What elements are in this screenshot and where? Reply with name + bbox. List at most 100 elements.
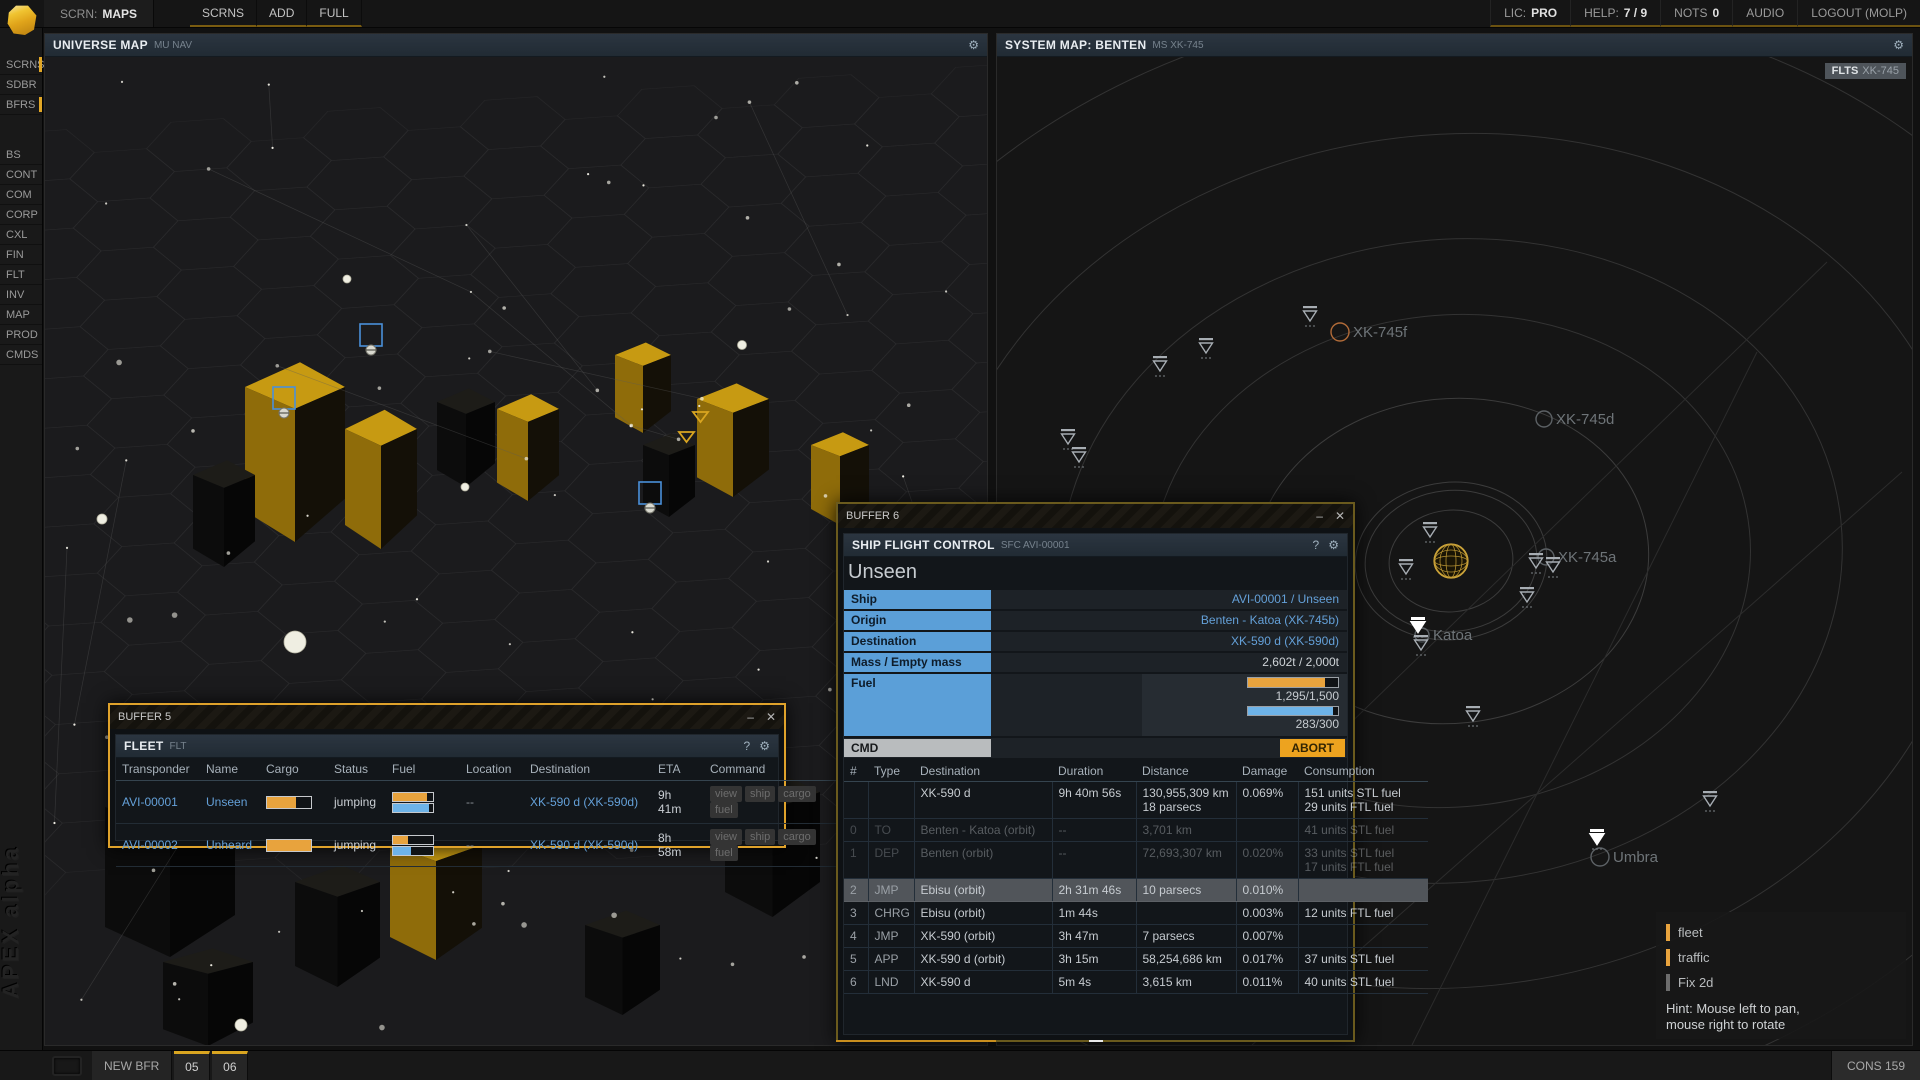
sidebar-item-flt[interactable]: FLT — [0, 265, 42, 285]
planet-xk-745f[interactable]: XK-745f — [1331, 323, 1408, 341]
topbar-item-audio[interactable]: AUDIO — [1732, 0, 1797, 27]
minimize-icon[interactable]: – — [1316, 510, 1323, 522]
topbar-button-scrns[interactable]: SCRNS — [190, 0, 257, 27]
command-button-ship[interactable]: ship — [745, 829, 775, 845]
topbar-item-help[interactable]: HELP:7 / 9 — [1570, 0, 1660, 27]
flight-destination-link[interactable]: XK-590 (orbit) — [914, 925, 1052, 948]
gear-icon[interactable]: ⚙ — [1893, 38, 1904, 52]
sidebar-item-bs[interactable]: BS — [0, 145, 42, 165]
command-button-view[interactable]: view — [710, 786, 742, 802]
command-button-ship[interactable]: ship — [745, 786, 775, 802]
ship-transponder-link[interactable]: AVI-00001 — [122, 795, 178, 809]
minimize-icon[interactable]: – — [747, 711, 754, 723]
help-icon[interactable]: ? — [1313, 538, 1320, 552]
close-icon[interactable]: ✕ — [1335, 510, 1345, 522]
legend-item-traffic[interactable]: traffic — [1666, 945, 1896, 970]
topbar-item-lic[interactable]: LIC:PRO — [1490, 0, 1570, 27]
ship-marker[interactable] — [1303, 306, 1317, 327]
dark-prism — [193, 460, 255, 567]
gear-icon[interactable]: ⚙ — [759, 739, 770, 753]
buffer-6-titlebar[interactable]: BUFFER 6 – ✕ — [838, 504, 1353, 528]
station-marker[interactable] — [360, 324, 382, 355]
sidebar-item-inv[interactable]: INV — [0, 285, 42, 305]
fleet-row: AVI-00001Unseenjumping--XK-590 d (XK-590… — [116, 781, 854, 824]
flight-destination-link[interactable]: Benten (orbit) — [914, 842, 1052, 879]
command-button-view[interactable]: view — [710, 829, 742, 845]
large-star[interactable] — [738, 341, 747, 350]
fleet-table: TransponderNameCargoStatusFuelLocationDe… — [116, 758, 854, 867]
screen-tab[interactable]: SCRN: MAPS — [44, 0, 154, 27]
flight-destination-link[interactable]: XK-590 d — [914, 971, 1052, 994]
topbar-item-value: 0 — [1713, 6, 1720, 20]
sidebar-item-sdbr[interactable]: SDBR — [0, 75, 42, 95]
ship-marker[interactable] — [1072, 447, 1086, 468]
topbar-button-full[interactable]: FULL — [307, 0, 361, 27]
sidebar-item-prod[interactable]: PROD — [0, 325, 42, 345]
legend-item-fleet[interactable]: fleet — [1666, 920, 1896, 945]
ship-destination-link[interactable]: XK-590 d (XK-590d) — [530, 838, 638, 852]
gear-icon[interactable]: ⚙ — [1328, 538, 1339, 552]
buffer-5-title: BUFFER 5 — [118, 711, 171, 723]
flight-damage: 0.007% — [1236, 925, 1298, 948]
ship-marker[interactable] — [1423, 522, 1437, 543]
sidebar-item-map[interactable]: MAP — [0, 305, 42, 325]
topbar-item-nots[interactable]: NOTS0 — [1660, 0, 1732, 27]
close-icon[interactable]: ✕ — [766, 711, 776, 723]
ship-name-link[interactable]: Unheard — [206, 838, 252, 852]
ship-name-link[interactable]: Unseen — [206, 795, 247, 809]
ship-destination-link[interactable]: XK-590 d (XK-590d) — [530, 795, 638, 809]
buffer-tab-05[interactable]: 05 — [174, 1051, 210, 1080]
ship-marker[interactable] — [1199, 338, 1213, 359]
sidebar-item-cxl[interactable]: CXL — [0, 225, 42, 245]
large-star[interactable] — [461, 483, 469, 491]
flight-destination-link[interactable]: Ebisu (orbit) — [914, 902, 1052, 925]
flight-destination-link[interactable]: XK-590 d (orbit) — [914, 948, 1052, 971]
flight-destination-link[interactable]: Ebisu (orbit) — [914, 879, 1052, 902]
help-icon[interactable]: ? — [744, 739, 751, 753]
command-button-cargo[interactable]: cargo — [778, 829, 816, 845]
info-value[interactable]: AVI-00001 / Unseen — [991, 590, 1347, 609]
command-button-fuel[interactable]: fuel — [710, 845, 738, 861]
planet-umbra[interactable]: Umbra — [1591, 848, 1659, 866]
ship-transponder-link[interactable]: AVI-00002 — [122, 838, 178, 852]
sidebar-item-scrns[interactable]: SCRNS — [0, 55, 42, 75]
command-button-cargo[interactable]: cargo — [778, 786, 816, 802]
large-star[interactable] — [235, 1019, 247, 1031]
ship-marker[interactable] — [1153, 356, 1167, 377]
legend-item-fix-2d[interactable]: Fix 2d — [1666, 970, 1896, 995]
gear-icon[interactable]: ⚙ — [968, 38, 979, 52]
flight-destination-link[interactable]: Benten - Katoa (orbit) — [914, 819, 1052, 842]
ship-commands: viewshipcargo fuel — [704, 781, 854, 824]
large-star[interactable] — [284, 631, 306, 653]
info-value[interactable]: XK-590 d (XK-590d) — [991, 632, 1347, 651]
info-value[interactable]: Benten - Katoa (XK-745b) — [991, 611, 1347, 630]
new-buffer-button[interactable]: NEW BFR — [92, 1051, 172, 1080]
resize-handle[interactable] — [1089, 1040, 1103, 1042]
ship-marker[interactable] — [1590, 829, 1604, 850]
screen-tab-label: SCRN: — [60, 7, 97, 21]
large-star[interactable] — [343, 275, 351, 283]
buffer-tab-06[interactable]: 06 — [212, 1051, 248, 1080]
sidebar-item-corp[interactable]: CORP — [0, 205, 42, 225]
flight-destination-link[interactable]: XK-590 d — [914, 782, 1052, 819]
ship-marker[interactable] — [1061, 429, 1075, 450]
star-benten[interactable] — [1434, 544, 1468, 578]
sidebar-item-cmds[interactable]: CMDS — [0, 345, 42, 365]
buffer-5-titlebar[interactable]: BUFFER 5 – ✕ — [110, 705, 784, 729]
fleets-badge[interactable]: FLTSXK-745 — [1825, 63, 1906, 79]
flight-duration: 2h 31m 46s — [1052, 879, 1136, 902]
flight-row-4: 4JMPXK-590 (orbit)3h 47m7 parsecs0.007% — [844, 925, 1428, 948]
sidebar-item-fin[interactable]: FIN — [0, 245, 42, 265]
large-star[interactable] — [97, 514, 107, 524]
command-button-fuel[interactable]: fuel — [710, 802, 738, 818]
sidebar-item-cont[interactable]: CONT — [0, 165, 42, 185]
sidebar-item-bfrs[interactable]: BFRS — [0, 95, 42, 115]
flight-col-consumption: Consumption — [1298, 761, 1428, 782]
abort-button[interactable]: ABORT — [1280, 739, 1345, 757]
sidebar-item-com[interactable]: COM — [0, 185, 42, 205]
topbar-item-logoutmolp[interactable]: LOGOUT (MOLP) — [1797, 0, 1920, 27]
topbar-button-add[interactable]: ADD — [257, 0, 307, 27]
ship-marker[interactable] — [1466, 706, 1480, 727]
ship-marker[interactable] — [1399, 559, 1413, 580]
planet-xk-745d[interactable]: XK-745d — [1536, 411, 1614, 428]
